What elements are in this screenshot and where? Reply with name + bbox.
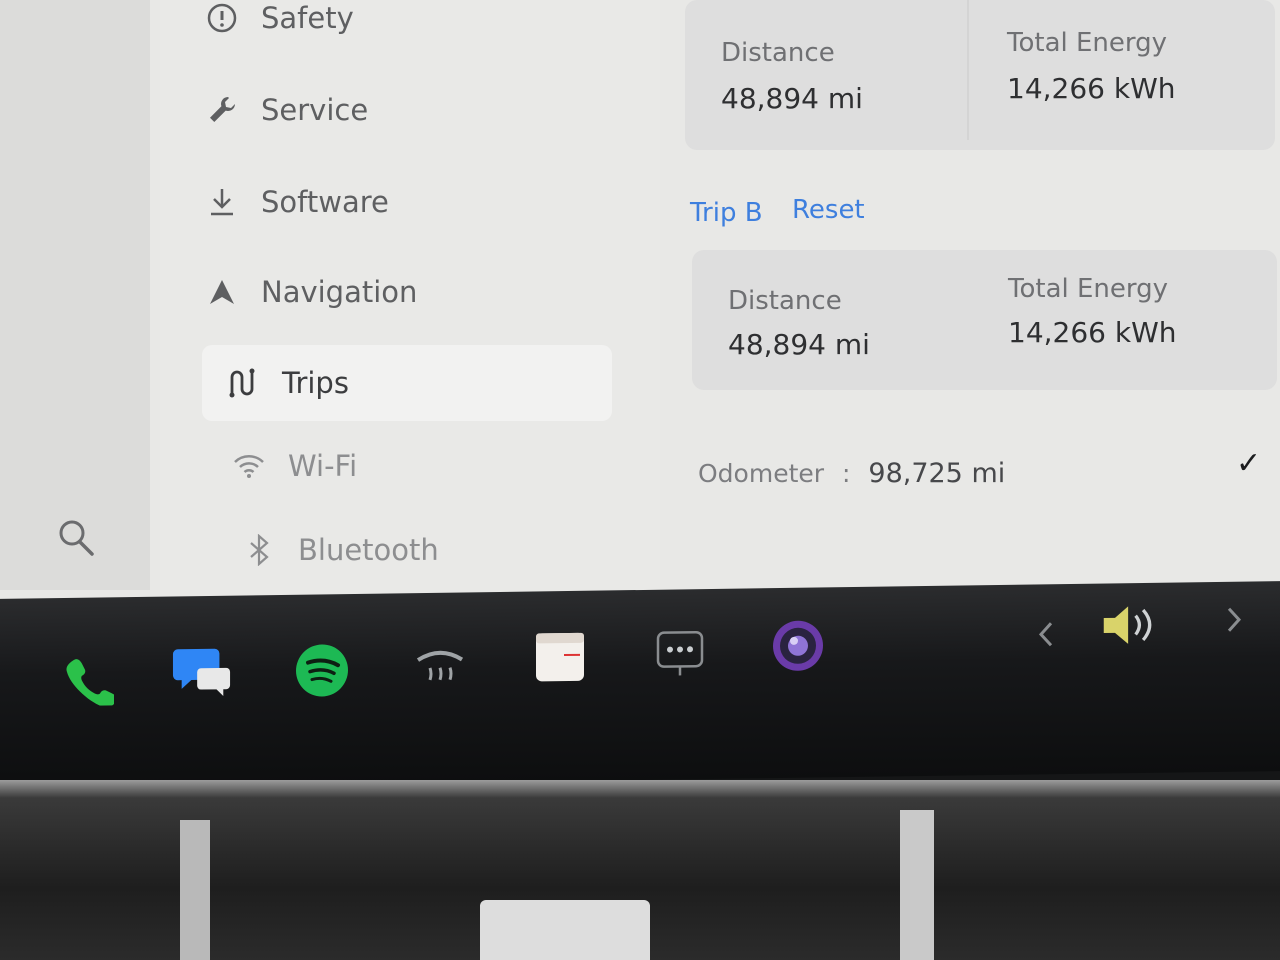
sidebar-item-navigation[interactable]: Navigation <box>205 262 615 322</box>
sidebar-item-trips[interactable]: Trips <box>202 345 612 421</box>
messages-icon[interactable] <box>172 642 232 703</box>
wrench-icon <box>205 93 239 127</box>
sidebar-item-label: Navigation <box>261 275 418 309</box>
trip-a-card: Distance 48,894 mi Total Energy 14,266 k… <box>685 0 1275 150</box>
sidebar-item-safety[interactable]: Safety <box>205 0 615 48</box>
download-icon <box>205 185 239 219</box>
trip-a-energy-label: Total Energy <box>1007 28 1168 58</box>
sidebar-item-bluetooth[interactable]: Bluetooth <box>242 520 652 580</box>
search-icon[interactable] <box>56 516 96 560</box>
trip-a-distance-label: Distance <box>721 38 835 68</box>
volume-icon[interactable] <box>1100 595 1160 656</box>
sidebar-item-service[interactable]: Service <box>205 80 615 140</box>
sidebar-item-label: Safety <box>261 1 354 35</box>
trip-b-energy-label: Total Energy <box>1008 274 1169 304</box>
chevron-left-icon[interactable] <box>1026 604 1066 665</box>
odometer-label: Odometer <box>698 459 825 488</box>
vent-slat <box>900 810 934 960</box>
checkmark-icon: ✓ <box>1236 446 1262 481</box>
trips-route-icon <box>226 366 260 400</box>
camera-icon[interactable] <box>768 615 828 676</box>
sidebar-item-software[interactable]: Software <box>205 172 615 232</box>
settings-screen: Safety Service Software Navigation Trips <box>0 0 1280 620</box>
trip-b-distance-label: Distance <box>728 286 842 316</box>
settings-menu: Safety Service Software Navigation Trips <box>160 0 660 600</box>
left-rail <box>0 0 150 590</box>
sidebar-item-label: Trips <box>282 366 349 400</box>
sidebar-item-label: Service <box>261 93 369 127</box>
navigation-arrow-icon <box>205 275 239 309</box>
alert-circle-icon <box>205 1 239 35</box>
bluetooth-icon <box>242 533 276 567</box>
center-console-vent <box>480 900 650 960</box>
wifi-icon <box>232 449 266 483</box>
card-divider <box>967 0 969 140</box>
odometer-value: 98,725 mi <box>868 458 1006 489</box>
trip-a-distance-value: 48,894 mi <box>721 82 863 115</box>
sidebar-item-label: Bluetooth <box>298 533 439 567</box>
vent-slat <box>180 820 210 960</box>
phone-icon[interactable] <box>58 649 118 710</box>
odometer-separator: : <box>842 459 851 488</box>
calendar-icon[interactable] <box>530 627 590 688</box>
taskbar <box>0 581 1280 789</box>
odometer-row: Odometer : 98,725 mi <box>698 458 1005 489</box>
trips-content: Distance 48,894 mi Total Energy 14,266 k… <box>680 0 1280 600</box>
trip-b-reset-button[interactable]: Reset <box>792 195 865 225</box>
chevron-right-icon[interactable] <box>1214 589 1254 650</box>
spotify-icon[interactable] <box>292 640 352 701</box>
trip-a-energy-value: 14,266 kWh <box>1007 72 1176 105</box>
trip-b-energy-value: 14,266 kWh <box>1008 316 1177 349</box>
trip-b-card: Distance 48,894 mi Total Energy 14,266 k… <box>692 250 1277 390</box>
trip-b-distance-value: 48,894 mi <box>728 328 870 361</box>
more-apps-icon[interactable] <box>650 623 710 684</box>
defrost-icon[interactable] <box>410 632 470 693</box>
sidebar-item-label: Wi-Fi <box>288 449 358 483</box>
sidebar-item-label: Software <box>261 185 389 219</box>
sidebar-item-wifi[interactable]: Wi-Fi <box>232 436 642 496</box>
trip-b-title: Trip B <box>690 198 763 228</box>
